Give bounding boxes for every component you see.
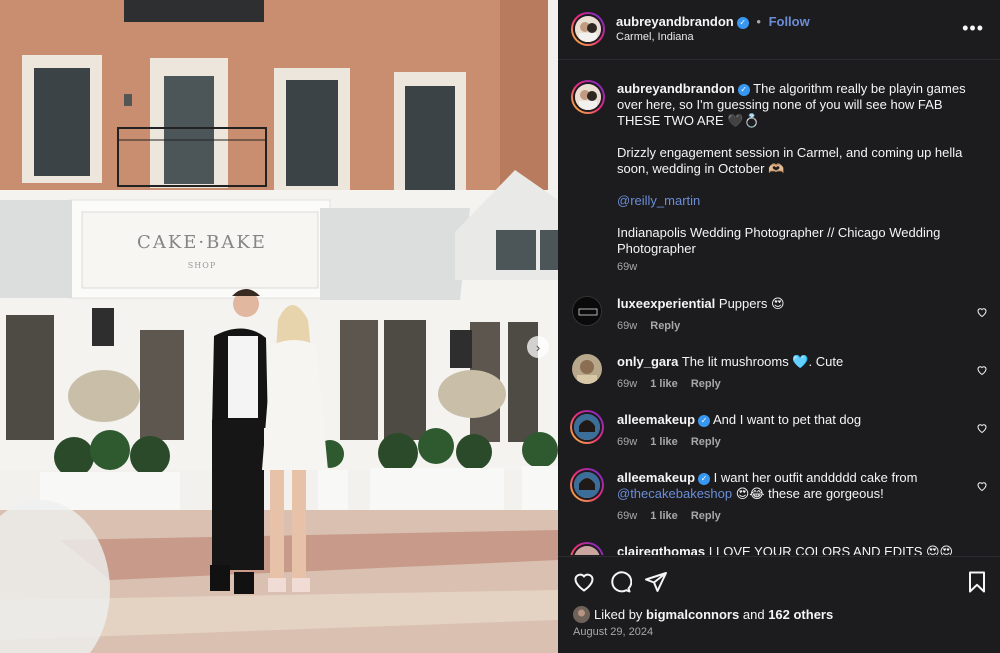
caption-avatar-image bbox=[575, 84, 601, 110]
header-title-line: aubreyandbrandon ✓ • Follow bbox=[616, 14, 810, 29]
caption-timestamp: 69w bbox=[617, 261, 638, 273]
comment-text: The lit mushrooms 🩵. Cute bbox=[681, 354, 844, 369]
caption-mention[interactable]: @reilly_martin bbox=[617, 193, 987, 209]
comment-time: 69w bbox=[617, 510, 638, 522]
reply-button[interactable]: Reply bbox=[691, 436, 721, 448]
luxe-logo-icon bbox=[573, 297, 601, 325]
liked-others-count[interactable]: 162 others bbox=[768, 607, 833, 622]
heart-icon[interactable] bbox=[572, 570, 596, 594]
liked-by-user[interactable]: bigmalconnors bbox=[646, 607, 739, 622]
commenter-avatar[interactable] bbox=[572, 354, 602, 384]
post-header: aubreyandbrandon ✓ • Follow Carmel, India… bbox=[558, 0, 1000, 60]
comment-text: And I want to pet that dog bbox=[712, 412, 862, 427]
cake-bake-sign: CAKE·BAKE SHOP bbox=[122, 232, 282, 270]
author-username[interactable]: aubreyandbrandon bbox=[616, 14, 734, 29]
author-avatar[interactable] bbox=[571, 12, 605, 46]
verified-badge-icon: ✓ bbox=[698, 472, 711, 485]
share-icon[interactable] bbox=[644, 570, 668, 594]
post-caption: aubreyandbrandon ✓ The algorithm really b… bbox=[617, 81, 987, 257]
post-actions: Liked by bigmalconnors and 162 others Au… bbox=[558, 556, 1000, 653]
header-separator: • bbox=[756, 14, 761, 29]
comment-username[interactable]: only_gara bbox=[617, 354, 678, 369]
reply-button[interactable]: Reply bbox=[691, 510, 721, 522]
caption-line-3: Indianapolis Wedding Photographer // Chi… bbox=[617, 225, 941, 256]
liked-and-label: and bbox=[742, 607, 765, 622]
verified-badge-icon: ✓ bbox=[698, 414, 711, 427]
comment-meta: 69w 1 like Reply bbox=[617, 378, 731, 390]
comment-like-count[interactable]: 1 like bbox=[650, 378, 678, 390]
comment-like-heart-icon[interactable] bbox=[976, 364, 988, 376]
caption-author-avatar[interactable] bbox=[571, 80, 605, 114]
comment-icon[interactable] bbox=[608, 570, 632, 594]
bookmark-icon[interactable] bbox=[965, 570, 989, 594]
commenter-avatar-image bbox=[574, 472, 600, 498]
commenter-avatar-image bbox=[574, 414, 600, 440]
comment-time: 69w bbox=[617, 378, 638, 390]
comment-like-heart-icon[interactable] bbox=[976, 422, 988, 434]
reply-button[interactable]: Reply bbox=[650, 320, 680, 332]
comment-text-line: alleemakeup ✓ And I want to pet that dog bbox=[617, 412, 957, 428]
comment-meta: 69w 1 like Reply bbox=[617, 436, 731, 448]
post-date: August 29, 2024 bbox=[573, 626, 654, 638]
verified-badge-icon: ✓ bbox=[736, 16, 749, 29]
comment-like-count[interactable]: 1 like bbox=[650, 510, 678, 522]
comment-like-heart-icon[interactable] bbox=[976, 480, 988, 492]
next-photo-button[interactable]: › bbox=[527, 336, 549, 358]
follow-button[interactable]: Follow bbox=[769, 14, 810, 29]
caption-username[interactable]: aubreyandbrandon bbox=[617, 81, 735, 96]
liker-avatar-image bbox=[573, 606, 590, 623]
comment-username[interactable]: alleemakeup bbox=[617, 412, 695, 427]
comment-text: I want her outfit anddddd cake from bbox=[713, 470, 918, 485]
comment-meta: 69w Reply bbox=[617, 320, 690, 332]
comment-username[interactable]: clairegthomas bbox=[617, 544, 705, 555]
comment-text-line: clairegthomas I LOVE YOUR COLORS AND EDI… bbox=[617, 544, 957, 555]
post-photo[interactable]: CAKE·BAKE SHOP › bbox=[0, 0, 558, 653]
sign-main-text: CAKE·BAKE bbox=[137, 232, 267, 253]
post-sidebar: aubreyandbrandon ✓ • Follow Carmel, India… bbox=[558, 0, 1000, 653]
commenter-avatar[interactable] bbox=[572, 296, 602, 326]
commenter-avatar-image bbox=[574, 546, 600, 555]
commenter-avatar[interactable] bbox=[570, 410, 604, 444]
post-location[interactable]: Carmel, Indiana bbox=[616, 31, 694, 43]
comment-text-line: alleemakeup ✓ I want her outfit anddddd c… bbox=[617, 470, 957, 502]
comments-scroll-area[interactable]: aubreyandbrandon ✓ The algorithm really b… bbox=[558, 61, 1000, 555]
author-avatar-image bbox=[575, 16, 601, 42]
more-icon[interactable]: ••• bbox=[962, 18, 984, 39]
comment-meta: 69w 1 like Reply bbox=[617, 510, 731, 522]
sign-sub-text: SHOP bbox=[187, 261, 217, 270]
comment-username[interactable]: luxeexperiential bbox=[617, 296, 715, 311]
commenter-avatar[interactable] bbox=[570, 542, 604, 555]
engagement-photo bbox=[0, 0, 558, 653]
commenter-avatar-image bbox=[572, 354, 602, 384]
chevron-right-icon: › bbox=[535, 339, 541, 355]
reply-button[interactable]: Reply bbox=[691, 378, 721, 390]
comment-like-count[interactable]: 1 like bbox=[650, 436, 678, 448]
comment-text: Puppers 😍 bbox=[718, 296, 785, 311]
liker-avatar[interactable] bbox=[573, 606, 590, 623]
comment-time: 69w bbox=[617, 436, 638, 448]
caption-line-2: Drizzly engagement session in Carmel, an… bbox=[617, 145, 963, 176]
comment-username[interactable]: alleemakeup bbox=[617, 470, 695, 485]
comment-time: 69w bbox=[617, 320, 638, 332]
comment-text-2: 😍😂 these are gorgeous! bbox=[735, 486, 884, 501]
comment-mention[interactable]: @thecakebakeshop bbox=[617, 486, 732, 501]
likes-summary: Liked by bigmalconnors and 162 others bbox=[594, 607, 833, 622]
comment-text-line: only_gara The lit mushrooms 🩵. Cute bbox=[617, 354, 957, 370]
comment-like-heart-icon[interactable] bbox=[976, 306, 988, 318]
commenter-avatar[interactable] bbox=[570, 468, 604, 502]
verified-badge-icon: ✓ bbox=[737, 83, 750, 96]
comment-text-line: luxeexperiential Puppers 😍 bbox=[617, 296, 957, 312]
liked-by-label: Liked by bbox=[594, 607, 643, 622]
